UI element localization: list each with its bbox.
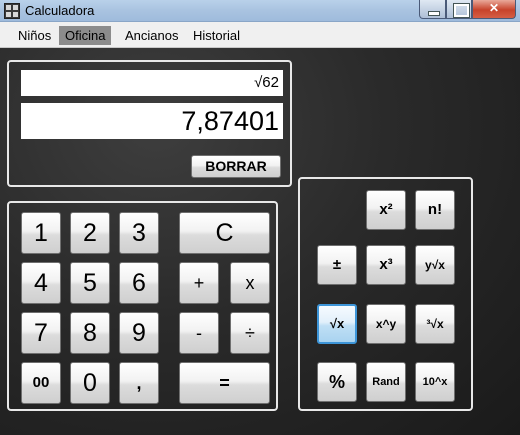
calculator-icon [4, 3, 20, 19]
expression-display: √62 [21, 70, 283, 96]
menu-bar: Niños Oficina Ancianos Historial [0, 22, 520, 48]
power-button[interactable]: x^y [366, 304, 406, 344]
factorial-button[interactable]: n! [415, 190, 455, 230]
decimal-comma-button[interactable]: , [119, 362, 159, 404]
cube-root-button[interactable]: ³√x [415, 304, 455, 344]
digit-3-button[interactable]: 3 [119, 212, 159, 254]
result-display: 7,87401 [21, 103, 283, 139]
cube-button[interactable]: x³ [366, 245, 406, 285]
plus-button[interactable]: + [179, 262, 219, 304]
square-root-button[interactable]: √x [317, 304, 357, 344]
clear-entry-button[interactable]: C [179, 212, 270, 254]
clear-all-button[interactable]: BORRAR [191, 155, 281, 178]
close-icon: ✕ [488, 1, 500, 15]
digit-8-button[interactable]: 8 [70, 312, 110, 354]
window-title: Calculadora [25, 3, 95, 18]
title-bar: Calculadora ✕ [0, 0, 520, 22]
menu-item-ninos[interactable]: Niños [12, 26, 57, 45]
divide-button[interactable]: ÷ [230, 312, 270, 354]
plus-minus-button[interactable]: ± [317, 245, 357, 285]
digit-7-button[interactable]: 7 [21, 312, 61, 354]
minimize-button[interactable] [419, 0, 446, 19]
square-button[interactable]: x² [366, 190, 406, 230]
random-button[interactable]: Rand [366, 362, 406, 402]
digit-0-button[interactable]: 0 [70, 362, 110, 404]
digit-1-button[interactable]: 1 [21, 212, 61, 254]
equals-button[interactable]: = [179, 362, 270, 404]
digit-2-button[interactable]: 2 [70, 212, 110, 254]
menu-item-historial[interactable]: Historial [187, 26, 246, 45]
maximize-button[interactable] [446, 0, 472, 19]
digit-6-button[interactable]: 6 [119, 262, 159, 304]
menu-item-oficina[interactable]: Oficina [59, 26, 112, 45]
y-root-button[interactable]: y√x [415, 245, 455, 285]
digit-5-button[interactable]: 5 [70, 262, 110, 304]
percent-button[interactable]: % [317, 362, 357, 402]
digit-9-button[interactable]: 9 [119, 312, 159, 354]
digit-4-button[interactable]: 4 [21, 262, 61, 304]
double-zero-button[interactable]: 00 [21, 362, 61, 404]
close-button[interactable]: ✕ [472, 0, 516, 19]
multiply-button[interactable]: x [230, 262, 270, 304]
minus-button[interactable]: - [179, 312, 219, 354]
menu-item-ancianos[interactable]: Ancianos [119, 26, 184, 45]
power-of-ten-button[interactable]: 10^x [415, 362, 455, 402]
